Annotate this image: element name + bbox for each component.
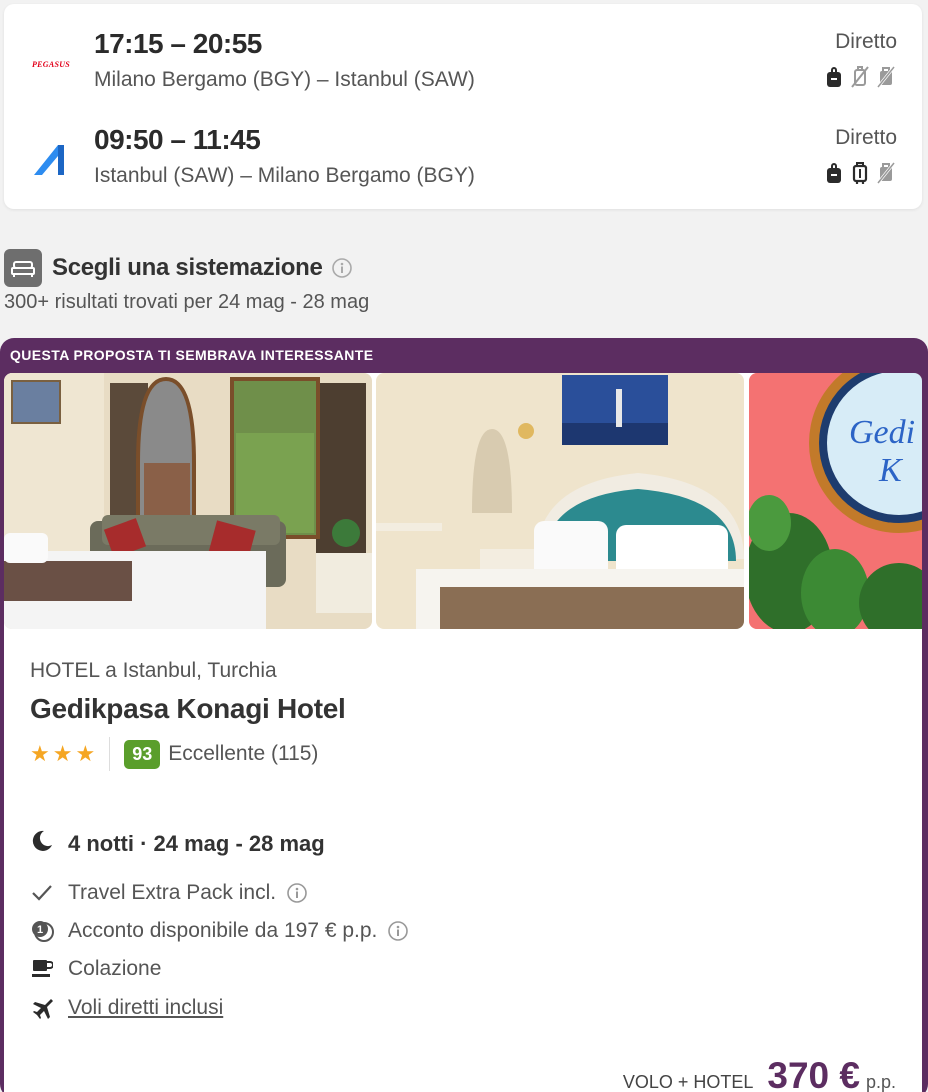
checked-bag-crossed-icon [876, 162, 896, 184]
star-icon: ★ [30, 741, 50, 766]
stay-nights-dates: 4 notti · 24 mag - 28 mag [68, 830, 325, 856]
info-icon[interactable] [331, 257, 353, 279]
hotel-location: HOTEL a Istanbul, Turchia [30, 659, 277, 682]
feature-label: Travel Extra Pack incl. [68, 881, 277, 904]
check-icon [30, 881, 54, 905]
flight-times: 09:50 – 11:45 [94, 124, 261, 155]
accommodation-title: Scegli una sistemazione [52, 254, 323, 281]
checked-bag-crossed-icon [876, 66, 896, 88]
review-score-badge: 93 [124, 739, 161, 769]
svg-text:1: 1 [37, 924, 43, 936]
review-score-label[interactable]: Eccellente (115) [168, 742, 318, 766]
offer-content: Gedi K HOTEL a Istanbul, Turchia Gedikpa… [4, 373, 922, 1092]
flight-type: Diretto [835, 126, 897, 149]
price-value: 370 € [767, 1055, 860, 1092]
divider [109, 737, 111, 771]
rating-row: ★ ★ ★ 93 Eccellente (115) [30, 737, 318, 771]
flight-route: Istanbul (SAW) – Milano Bergamo (BGY) [94, 164, 475, 187]
price-label: VOLO + HOTEL [622, 1072, 754, 1092]
accommodation-header: Scegli una sistemazione [4, 248, 353, 288]
flight-route: Milano Bergamo (BGY) – Istanbul (SAW) [94, 68, 475, 91]
plane-icon [30, 996, 54, 1020]
flights-card: PEGASUS 17:15 – 20:55 Milano Bergamo (BG… [4, 4, 922, 209]
backpack-icon [824, 66, 844, 88]
flight-type: Diretto [835, 30, 897, 53]
pegasus-logo: PEGASUS [28, 44, 74, 84]
svg-text:Gedi: Gedi [849, 414, 915, 451]
svg-text:K: K [878, 452, 904, 489]
baggage-icons [824, 66, 896, 88]
moon-icon [30, 829, 54, 858]
price-unit: p.p. [865, 1072, 896, 1092]
hotel-stars: ★ ★ ★ [30, 741, 95, 767]
feature-label: Acconto disponibile da 197 € p.p. [68, 919, 378, 942]
direct-flights-link[interactable]: Voli diretti inclusi [68, 996, 223, 1020]
hotel-name[interactable]: Gedikpasa Konagi Hotel [30, 693, 346, 725]
deposit-coin-icon: 1 [30, 919, 54, 943]
feature-direct-flights[interactable]: Voli diretti inclusi [30, 996, 223, 1020]
ajet-logo [28, 140, 74, 180]
flight-times: 17:15 – 20:55 [94, 28, 262, 59]
airline-logo-text: PEGASUS [31, 59, 71, 69]
coffee-cup-icon [30, 957, 54, 981]
offer-card[interactable]: QUESTA PROPOSTA TI SEMBRAVA INTERESSANTE [0, 338, 928, 1092]
flight-leg-return[interactable]: 09:50 – 11:45 Istanbul (SAW) – Milano Be… [4, 118, 922, 208]
results-count: 300+ risultati trovati per 24 mag - 28 m… [4, 291, 370, 313]
feature-breakfast: Colazione [30, 957, 161, 981]
star-icon: ★ [75, 741, 96, 766]
info-icon[interactable] [286, 882, 308, 904]
trolley-crossed-icon [850, 66, 870, 88]
bed-icon [4, 249, 42, 287]
hotel-photo[interactable] [4, 373, 372, 629]
stay-duration: 4 notti · 24 mag - 28 mag [30, 829, 325, 858]
feature-deposit: 1 Acconto disponibile da 197 € p.p. [30, 919, 409, 943]
star-icon: ★ [52, 741, 73, 766]
hotel-photo[interactable]: Gedi K [749, 373, 922, 629]
offer-banner: QUESTA PROPOSTA TI SEMBRAVA INTERESSANTE [10, 347, 374, 363]
price: VOLO + HOTEL 370 € p.p. [623, 1055, 896, 1092]
flight-leg-outbound[interactable]: PEGASUS 17:15 – 20:55 Milano Bergamo (BG… [4, 22, 922, 112]
feature-label: Colazione [68, 957, 162, 980]
backpack-icon [824, 162, 844, 184]
baggage-icons [824, 162, 896, 184]
info-icon[interactable] [387, 920, 409, 942]
feature-extra-pack: Travel Extra Pack incl. [30, 881, 308, 905]
trolley-icon [850, 162, 870, 184]
hotel-photo[interactable] [376, 373, 744, 629]
